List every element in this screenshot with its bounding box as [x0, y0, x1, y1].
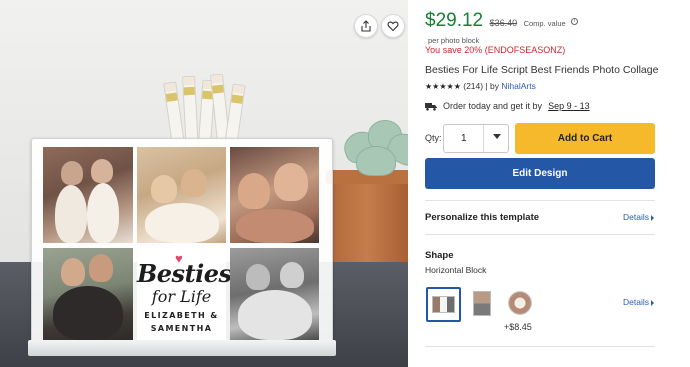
savings-text: You save 20% (ENDOFSEASONZ): [425, 45, 566, 55]
succulent-leaf: [356, 146, 396, 176]
unit-note: per photo block: [428, 36, 480, 45]
shape-details-link[interactable]: Details: [623, 297, 654, 307]
shape-option-horizontal-block[interactable]: [426, 287, 461, 322]
caret-right-icon: [650, 214, 654, 221]
collage-photo-2: [137, 147, 226, 243]
star-rating-icon[interactable]: ★★★★★: [425, 82, 461, 91]
qty-select[interactable]: 1: [443, 124, 509, 153]
review-count[interactable]: (214): [463, 81, 483, 91]
product-title: Besties For Life Script Best Friends Pho…: [425, 64, 659, 76]
collage-photo-1: [43, 147, 133, 243]
edit-design-button[interactable]: Edit Design: [425, 158, 655, 189]
delivery-text: Order today and get it by: [443, 101, 543, 111]
caret-right-icon: [650, 299, 654, 306]
qty-label: Qty:: [425, 133, 442, 143]
collage-photo-4: [43, 248, 133, 340]
collage-script-subtitle: for Life: [151, 287, 212, 306]
collage-photo-3: [230, 147, 319, 243]
details-label: Details: [623, 297, 649, 307]
collage-script-title: Besties: [137, 259, 232, 288]
shape-option-vertical-block[interactable]: [465, 287, 500, 322]
compare-value-label: Comp. value: [523, 19, 566, 28]
rating-row: ★★★★★ (214) | by NihalArts: [425, 81, 536, 91]
heart-outline-icon: [387, 21, 399, 32]
info-icon[interactable]: i: [571, 18, 579, 26]
shape-option-round[interactable]: [502, 287, 537, 322]
product-image[interactable]: ♥ Besties for Life ELIZABETH & SAMENTHA: [0, 0, 408, 367]
truck-icon: [425, 102, 437, 111]
collage-text-panel: ♥ Besties for Life ELIZABETH & SAMENTHA: [137, 248, 232, 340]
collage-names-line-2: SAMENTHA: [150, 324, 213, 333]
collage-names-line-1: ELIZABETH &: [144, 311, 219, 320]
price-row: $29.12 $36.40 Comp. value i: [425, 10, 579, 32]
divider: [425, 234, 655, 235]
compare-price: $36.40: [489, 18, 518, 28]
shape-title: Shape: [425, 250, 454, 261]
delivery-dates[interactable]: Sep 9 - 13: [548, 101, 590, 111]
personalize-details-link[interactable]: Details: [623, 212, 654, 222]
seller-link[interactable]: NihalArts: [501, 81, 535, 91]
by-label: | by: [485, 81, 499, 91]
collage-photo-6: [230, 248, 319, 340]
share-button[interactable]: [354, 14, 378, 38]
delivery-row: Order today and get it by Sep 9 - 13: [425, 101, 590, 111]
shape-selected-label: Horizontal Block: [425, 265, 487, 275]
divider: [425, 346, 655, 347]
favorite-button[interactable]: [381, 14, 405, 38]
photo-block-base: [28, 340, 336, 356]
personalize-title: Personalize this template: [425, 212, 540, 223]
add-to-cart-button[interactable]: Add to Cart: [515, 123, 655, 154]
qty-value: 1: [461, 133, 467, 144]
shape-option-price-addon: +$8.45: [504, 322, 532, 332]
divider: [425, 200, 655, 201]
qty-divider: [483, 125, 484, 152]
share-icon: [361, 20, 371, 32]
details-label: Details: [623, 212, 649, 222]
price: $29.12: [425, 10, 484, 31]
chevron-down-icon: [493, 134, 501, 139]
